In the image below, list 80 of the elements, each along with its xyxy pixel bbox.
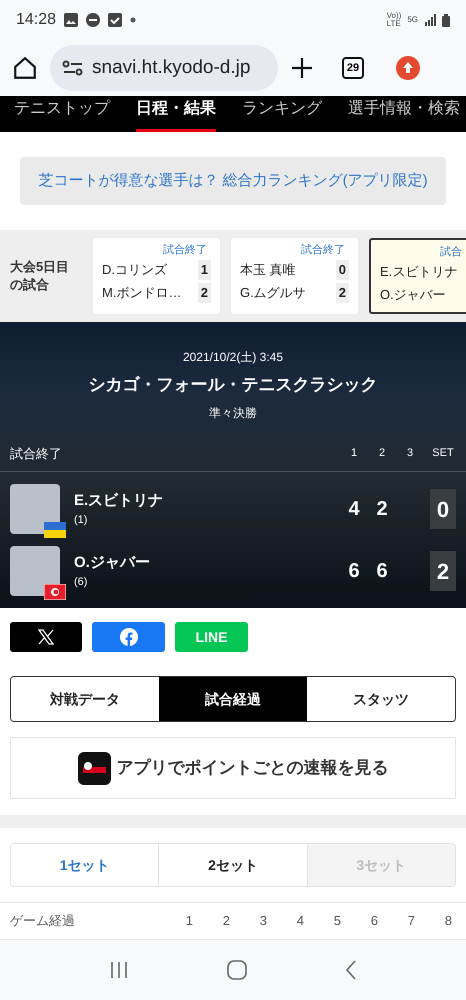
app-logo-icon <box>78 752 110 784</box>
dot-icon <box>130 17 136 23</box>
column-header: 3 <box>406 446 414 461</box>
content-tab[interactable]: 試合経過 <box>159 677 307 721</box>
signal-icon <box>424 14 436 26</box>
game-number: 2 <box>222 912 231 930</box>
url-field[interactable]: snavi.ht.kyodo-d.jp <box>50 45 278 91</box>
recent-apps-icon[interactable] <box>109 961 129 979</box>
new-tab-icon[interactable] <box>290 56 314 80</box>
round-label: 準々決勝 <box>208 404 258 422</box>
game-number: 3 <box>258 912 268 930</box>
player-name: 本玉 真唯 <box>240 261 296 280</box>
player-name: O.ジャバー <box>380 286 446 304</box>
day-label: 大会5日目の試合 <box>10 258 70 294</box>
match-datetime: 2021/10/2(土) 3:45 <box>182 349 284 366</box>
set-score: 0 <box>430 489 456 529</box>
tournament-title: シカゴ・フォール・テニスクラシック <box>88 374 378 396</box>
match-status: 試合終了 <box>301 243 346 258</box>
nav-tab[interactable]: テニストップ <box>14 97 110 132</box>
match-card[interactable]: 試合終了 本玉 真唯 0 G.ムグルサ 2 <box>231 238 358 314</box>
match-status: 試合 <box>440 245 463 260</box>
player-name: E.スビトリナ <box>74 490 164 510</box>
volte-label: Vo)) <box>386 12 402 20</box>
nav-tab[interactable]: 日程・結果 <box>136 97 216 132</box>
game-number: 8 <box>444 912 453 930</box>
match-card[interactable]: 試合 E.スビトリナ O.ジャバー <box>369 238 466 314</box>
game-number: 5 <box>332 912 342 930</box>
game-score: 2 <box>375 497 389 522</box>
match-status: 試合終了 <box>10 444 63 462</box>
game-progress-label: ゲーム経過 <box>10 912 76 930</box>
player-seed: (1) <box>74 513 88 528</box>
set-score: 2 <box>430 551 456 591</box>
player-score: 0 <box>336 260 349 280</box>
network-label: 5G <box>407 14 418 26</box>
photo-placeholder <box>10 484 60 534</box>
x-share-button[interactable] <box>10 622 82 652</box>
game-number: 6 <box>370 912 379 930</box>
promo-link[interactable]: 芝コートが得意な選手は？ 総合力ランキング(アプリ限定) <box>20 157 446 205</box>
player-score: 2 <box>336 283 349 303</box>
facebook-logo-icon <box>120 628 138 646</box>
game-number: 1 <box>184 912 194 930</box>
column-header: SET <box>431 446 455 461</box>
game-score: 4 <box>347 497 361 522</box>
do-not-disturb-icon <box>86 13 100 27</box>
back-icon[interactable] <box>345 960 357 980</box>
game-score: 6 <box>347 559 361 584</box>
match-card[interactable]: 試合終了 D.コリンズ 1 M.ボンドロ… 2 <box>93 238 220 314</box>
column-header: 1 <box>350 446 358 461</box>
nav-tab[interactable]: ランキング <box>242 97 322 132</box>
home-button-icon[interactable] <box>227 960 247 980</box>
player-name: D.コリンズ <box>102 261 167 280</box>
site-settings-icon[interactable] <box>62 60 84 76</box>
match-status: 試合終了 <box>163 243 208 258</box>
app-banner[interactable]: アプリでポイントごとの速報を見る <box>10 737 456 799</box>
home-icon[interactable] <box>12 55 38 81</box>
upload-icon[interactable] <box>396 56 420 80</box>
column-header: 2 <box>378 446 386 461</box>
player-seed: (6) <box>74 575 88 590</box>
player-score: 1 <box>198 260 211 280</box>
player-name: O.ジャバー <box>74 552 151 572</box>
checkbox-icon <box>108 13 122 27</box>
clock-time: 14:28 <box>16 10 56 30</box>
player-name: E.スビトリナ <box>380 263 458 282</box>
tab-count-button[interactable]: 29 <box>342 57 364 79</box>
game-score: 6 <box>375 559 389 584</box>
nav-tab[interactable]: 選手情報・検索 <box>348 97 460 132</box>
volte-label: LTE <box>386 20 402 28</box>
photo-placeholder <box>10 546 60 596</box>
facebook-share-button[interactable] <box>92 622 165 652</box>
image-icon <box>64 13 78 27</box>
game-number: 7 <box>406 912 416 930</box>
battery-icon <box>442 14 450 26</box>
flag-icon <box>44 522 66 538</box>
flag-icon <box>44 584 66 600</box>
player-score: 2 <box>198 283 211 303</box>
player-name: G.ムグルサ <box>240 284 306 302</box>
game-number: 4 <box>296 912 305 930</box>
set-tab[interactable]: 1セット <box>11 844 158 886</box>
x-logo-icon <box>38 629 54 645</box>
player-name: M.ボンドロ… <box>102 284 182 302</box>
